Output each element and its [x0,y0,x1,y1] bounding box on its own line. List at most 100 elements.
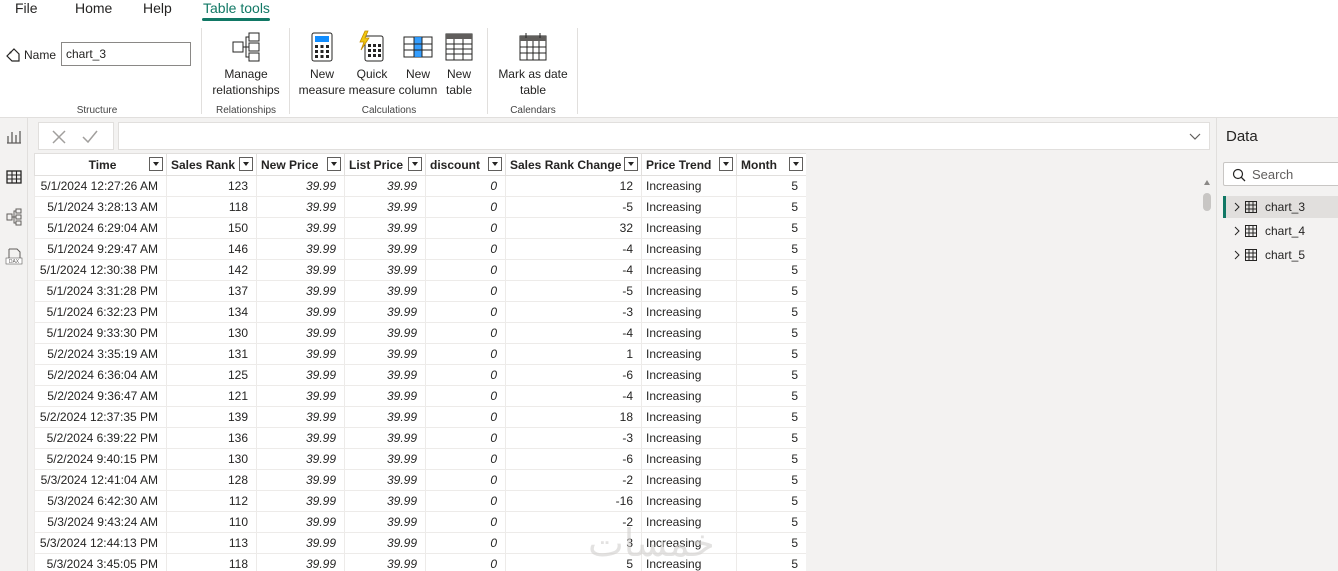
table-cell[interactable]: 39.99 [344,301,426,323]
chevron-right-icon[interactable] [1233,226,1241,236]
new-column-button[interactable]: New column [398,30,438,98]
table-cell[interactable]: 0 [425,322,506,344]
data-search-input[interactable]: Search [1223,162,1338,186]
filter-dropdown-icon[interactable] [327,157,341,171]
table-cell[interactable]: 39.99 [256,322,345,344]
table-cell[interactable]: 39.99 [256,448,345,470]
table-cell[interactable]: Increasing [641,175,737,197]
column-header[interactable]: Time [34,153,167,176]
table-cell[interactable]: 5 [736,322,806,344]
table-cell[interactable]: 39.99 [256,427,345,449]
table-cell[interactable]: 0 [425,553,506,571]
new-table-button[interactable]: New table [440,30,478,98]
table-cell[interactable]: 0 [425,532,506,554]
table-cell[interactable]: 39.99 [344,469,426,491]
table-item-chart-3[interactable]: chart_3 [1223,196,1338,218]
table-cell[interactable]: 5 [736,238,806,260]
table-cell[interactable]: 136 [166,427,257,449]
table-cell[interactable]: 39.99 [344,343,426,365]
dax-query-view-icon[interactable]: DAX [5,248,23,266]
table-cell[interactable]: 110 [166,511,257,533]
table-view-icon[interactable] [5,168,23,186]
table-cell[interactable]: 5/1/2024 3:31:28 PM [34,280,167,302]
table-cell[interactable]: 39.99 [344,532,426,554]
table-cell[interactable]: 18 [505,406,642,428]
table-cell[interactable]: Increasing [641,280,737,302]
table-cell[interactable]: 5/3/2024 6:42:30 AM [34,490,167,512]
table-cell[interactable]: 121 [166,385,257,407]
table-cell[interactable]: 0 [425,217,506,239]
table-cell[interactable]: 137 [166,280,257,302]
table-cell[interactable]: 112 [166,490,257,512]
table-cell[interactable]: 0 [425,259,506,281]
table-cell[interactable]: Increasing [641,448,737,470]
table-cell[interactable]: Increasing [641,196,737,218]
model-view-icon[interactable] [5,208,23,226]
table-cell[interactable]: Increasing [641,385,737,407]
table-cell[interactable]: 0 [425,511,506,533]
table-cell[interactable]: 125 [166,364,257,386]
table-cell[interactable]: 5/3/2024 12:44:13 PM [34,532,167,554]
table-cell[interactable]: -5 [505,196,642,218]
table-cell[interactable]: -3 [505,427,642,449]
table-cell[interactable]: Increasing [641,469,737,491]
table-cell[interactable]: 5 [736,343,806,365]
table-cell[interactable]: 5/1/2024 12:27:26 AM [34,175,167,197]
table-cell[interactable]: 5 [736,364,806,386]
table-cell[interactable]: -16 [505,490,642,512]
table-cell[interactable]: -4 [505,385,642,407]
column-header[interactable]: discount [425,153,506,176]
table-cell[interactable]: 39.99 [256,469,345,491]
column-header[interactable]: Month [736,153,806,176]
table-item-chart-4[interactable]: chart_4 [1223,220,1338,242]
filter-dropdown-icon[interactable] [408,157,422,171]
table-cell[interactable]: Increasing [641,343,737,365]
table-cell[interactable]: 5 [736,259,806,281]
table-cell[interactable]: 39.99 [344,553,426,571]
table-cell[interactable]: 39.99 [256,511,345,533]
table-cell[interactable]: 130 [166,448,257,470]
table-cell[interactable]: 5/2/2024 6:36:04 AM [34,364,167,386]
table-cell[interactable]: 142 [166,259,257,281]
table-cell[interactable]: 5 [736,217,806,239]
table-cell[interactable]: 113 [166,532,257,554]
table-cell[interactable]: 5 [736,175,806,197]
table-cell[interactable]: 5 [736,427,806,449]
column-header[interactable]: Price Trend [641,153,737,176]
table-cell[interactable]: 39.99 [256,196,345,218]
table-cell[interactable]: 139 [166,406,257,428]
chevron-right-icon[interactable] [1233,202,1241,212]
table-cell[interactable]: 5/3/2024 3:45:05 PM [34,553,167,571]
table-cell[interactable]: -3 [505,301,642,323]
table-cell[interactable]: 118 [166,196,257,218]
table-cell[interactable]: 39.99 [256,259,345,281]
table-cell[interactable]: Increasing [641,364,737,386]
table-cell[interactable]: 0 [425,385,506,407]
table-cell[interactable]: 128 [166,469,257,491]
table-item-chart-5[interactable]: chart_5 [1223,244,1338,266]
table-cell[interactable]: 5/2/2024 3:35:19 AM [34,343,167,365]
table-cell[interactable]: 5 [736,532,806,554]
table-cell[interactable]: 5 [736,406,806,428]
table-cell[interactable]: 5 [736,490,806,512]
table-cell[interactable]: Increasing [641,490,737,512]
table-cell[interactable]: 0 [425,280,506,302]
table-cell[interactable]: 39.99 [256,175,345,197]
filter-dropdown-icon[interactable] [789,157,803,171]
table-cell[interactable]: 5/1/2024 6:32:23 PM [34,301,167,323]
table-cell[interactable]: Increasing [641,259,737,281]
table-cell[interactable]: 0 [425,427,506,449]
cancel-icon[interactable] [51,129,67,145]
filter-dropdown-icon[interactable] [239,157,253,171]
table-name-input[interactable] [61,42,191,66]
table-cell[interactable]: 1 [505,343,642,365]
mark-date-table-button[interactable]: Mark as date table [495,30,571,98]
table-cell[interactable]: -4 [505,238,642,260]
table-cell[interactable]: 5 [736,301,806,323]
table-cell[interactable]: 131 [166,343,257,365]
table-cell[interactable]: 146 [166,238,257,260]
column-header[interactable]: List Price [344,153,426,176]
table-cell[interactable]: 5/1/2024 9:29:47 AM [34,238,167,260]
scroll-up-arrow[interactable] [1204,180,1210,185]
formula-input[interactable] [118,122,1210,150]
